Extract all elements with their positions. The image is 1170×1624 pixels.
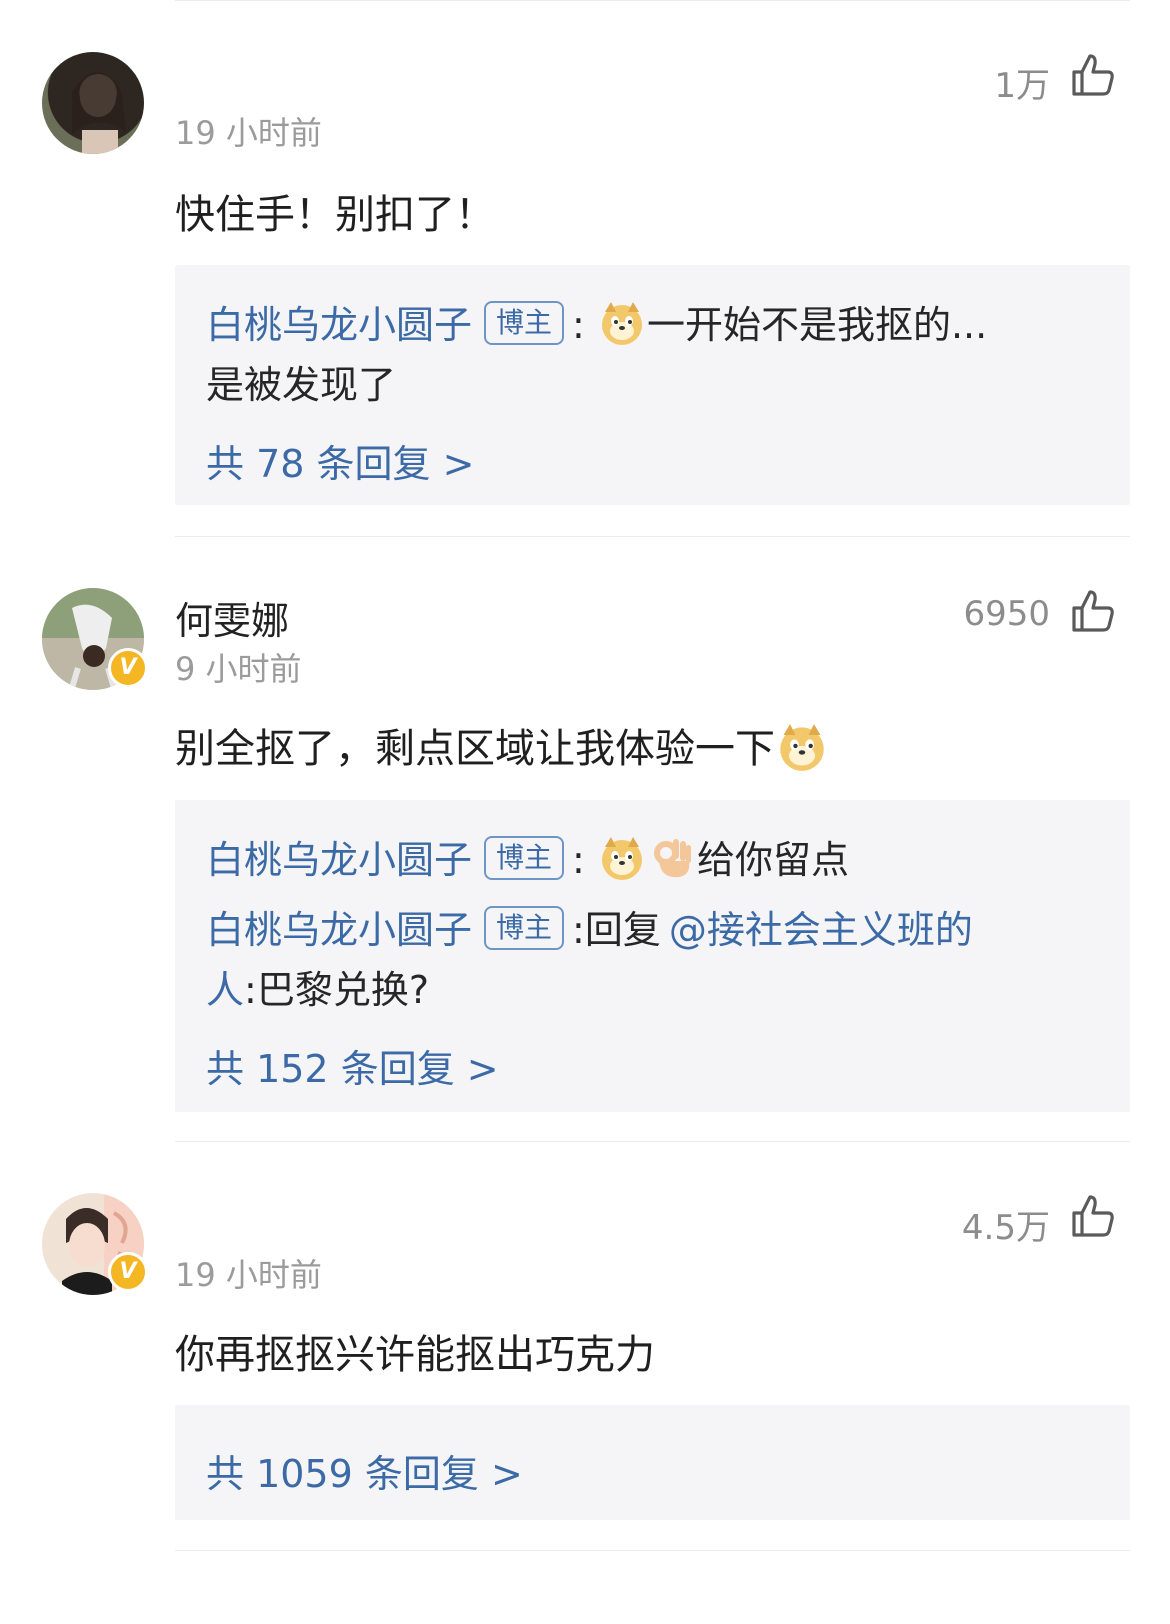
reply-line: 白桃乌龙小圆子 博主: 给你留点 bbox=[206, 830, 1090, 890]
like-count: 6950 bbox=[963, 594, 1050, 634]
doge-emoji-icon bbox=[601, 302, 642, 345]
reply-line-cont: 人:巴黎兑换? bbox=[206, 960, 1090, 1020]
divider bbox=[175, 1141, 1130, 1142]
reply-box[interactable]: 共 1059 条回复 > bbox=[175, 1405, 1130, 1520]
more-replies-link[interactable]: 共 78 条回复 > bbox=[206, 433, 474, 488]
comment-body: 你再抠抠兴许能抠出巧克力 bbox=[175, 1332, 655, 1378]
avatar[interactable] bbox=[42, 52, 144, 154]
comment-body: 快住手！别扣了！ bbox=[175, 192, 495, 238]
reply-line: 白桃乌龙小圆子 博主: 一开始不是我抠的... bbox=[206, 295, 1090, 355]
colon: : bbox=[572, 908, 585, 952]
thumbs-up-outline-icon[interactable] bbox=[1070, 588, 1116, 634]
reply-author[interactable]: 白桃乌龙小圆子 bbox=[206, 303, 472, 347]
reply-prefix: 回复 bbox=[584, 908, 661, 952]
reply-box[interactable]: 白桃乌龙小圆子 博主: 一开始不是我抠的... 是被发现了 共 78 条回复 > bbox=[175, 265, 1130, 505]
thumbs-up-outline-icon[interactable] bbox=[1070, 1193, 1116, 1239]
reply-line-cont: 是被发现了 bbox=[206, 363, 397, 407]
colon: : bbox=[572, 303, 585, 347]
timestamp: 19 小时前 bbox=[175, 114, 322, 152]
divider bbox=[175, 1550, 1130, 1551]
timestamp: 9 小时前 bbox=[175, 650, 302, 688]
more-replies-link[interactable]: 共 1059 条回复 > bbox=[206, 1443, 523, 1498]
comment-body: 别全抠了，剩点区域让我体验一下 bbox=[175, 716, 829, 774]
reply-author[interactable]: 白桃乌龙小圆子 bbox=[206, 838, 472, 882]
reply-author[interactable]: 白桃乌龙小圆子 bbox=[206, 908, 472, 952]
doge-emoji-icon bbox=[780, 724, 824, 771]
author-badge: 博主 bbox=[484, 906, 565, 950]
author-badge: 博主 bbox=[484, 301, 565, 345]
doge-emoji-icon bbox=[601, 837, 642, 880]
author-badge: 博主 bbox=[484, 836, 565, 880]
reply-text: 给你留点 bbox=[696, 838, 849, 882]
reply-text: 一开始不是我抠的... bbox=[646, 303, 988, 347]
thumbs-up-outline-icon[interactable] bbox=[1070, 52, 1116, 98]
colon: : bbox=[572, 838, 585, 882]
like-count: 1万 bbox=[994, 66, 1050, 106]
like-count: 4.5万 bbox=[961, 1208, 1050, 1248]
timestamp: 19 小时前 bbox=[175, 1256, 322, 1294]
divider-top bbox=[175, 0, 1130, 1]
divider bbox=[175, 536, 1130, 537]
reply-line: 白桃乌龙小圆子 博主:回复 @接社会主义班的 bbox=[206, 900, 1090, 960]
comment-body-text: 别全抠了，剩点区域让我体验一下 bbox=[175, 726, 775, 772]
ok-hand-emoji-icon bbox=[653, 839, 691, 878]
reply-text: :巴黎兑换? bbox=[244, 968, 429, 1012]
username[interactable]: 何雯娜 bbox=[175, 590, 289, 645]
mention-link-cont[interactable]: 人 bbox=[206, 968, 244, 1012]
verified-v-badge-icon: V bbox=[108, 648, 148, 688]
reply-box[interactable]: 白桃乌龙小圆子 博主: 给你留点 白桃乌龙小圆子 博主:回复 @接社会主义班的 人:巴… bbox=[175, 800, 1130, 1112]
more-replies-link[interactable]: 共 152 条回复 > bbox=[206, 1038, 499, 1093]
avatar-photo-icon bbox=[72, 72, 126, 154]
verified-v-badge-icon: V bbox=[108, 1252, 148, 1292]
mention-link[interactable]: @接社会主义班的 bbox=[669, 908, 973, 952]
